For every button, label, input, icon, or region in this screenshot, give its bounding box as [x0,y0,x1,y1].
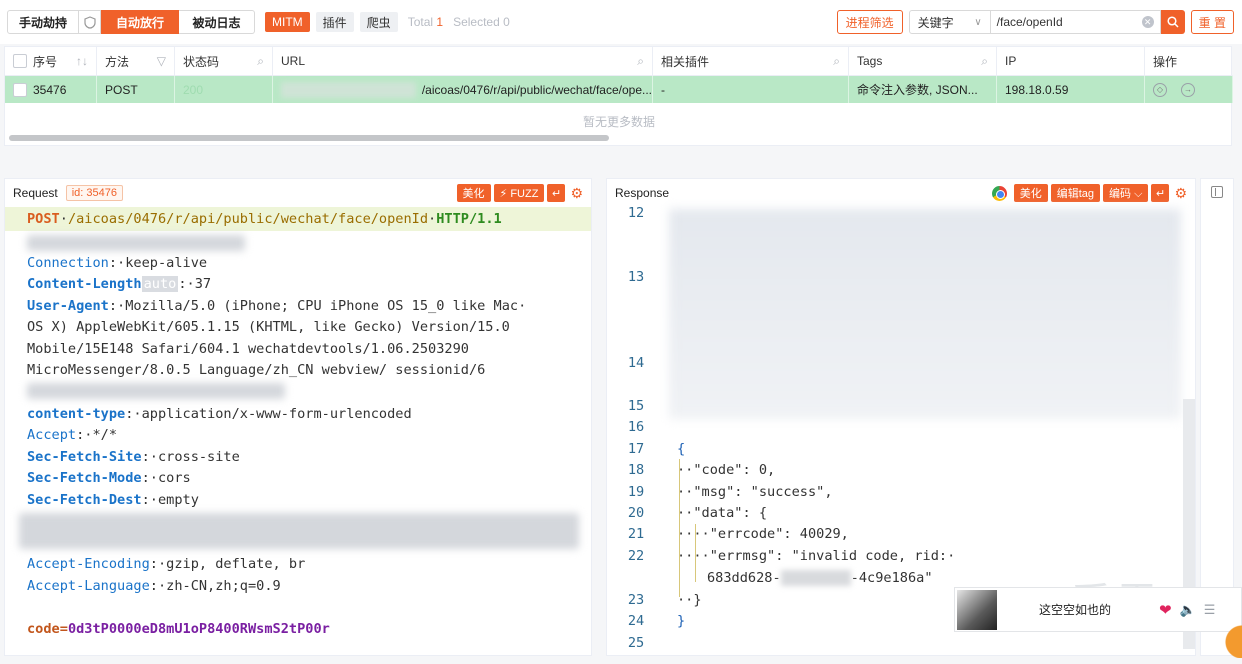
redacted-host [281,81,416,98]
redacted-response-lines [669,209,1181,419]
search-icon[interactable]: ⌕ [637,54,644,69]
collapse-icon[interactable] [1211,186,1223,198]
gear-icon[interactable]: ⚙ [570,185,583,202]
shield-icon[interactable] [79,10,101,34]
table-row[interactable]: 35476 POST 200 /aicoas/0476/r/api/public… [5,76,1233,103]
wrap-icon[interactable]: ↵ [547,184,566,202]
heart-icon[interactable]: ❤ [1159,601,1172,619]
header-op: 操作 [1153,54,1178,69]
wrap-icon[interactable]: ↵ [1151,184,1170,202]
header-id[interactable]: 序号 ↑↓ [5,47,97,75]
arrow-right-icon[interactable]: → [1181,82,1195,97]
beautify-button[interactable]: 美化 [1013,184,1048,202]
passive-log-button[interactable]: 被动日志 [179,10,255,34]
album-cover[interactable] [957,589,997,630]
redacted-rid [780,570,851,586]
total-count: Total 1 [407,15,444,29]
volume-icon[interactable]: 🔈 [1180,602,1196,618]
request-id-badge: id: 35476 [65,185,123,201]
header-method[interactable]: 方法 ▽ [97,47,175,75]
top-toolbar: 手动劫持 自动放行 被动日志 MITM 插件 爬虫 Total 1 Select… [0,0,1242,44]
chrome-icon[interactable] [991,185,1007,201]
redacted-line [27,383,285,399]
response-header: Response 美化 编辑tag 编码 ⌵ ↵ ⚙ [615,184,1187,202]
no-more-data: 暂无更多数据 [582,115,655,129]
fuzz-button[interactable]: ⚡ FUZZ [493,184,545,202]
redacted-cookie [19,513,579,549]
edit-tag-button[interactable]: 编辑tag [1050,184,1101,202]
redacted-host-line [27,235,245,251]
chevron-down-icon: ∨ [974,16,982,28]
request-line: POST·/aicoas/0476/r/api/public/wechat/fa… [27,211,502,227]
select-all-checkbox[interactable] [13,54,27,68]
traffic-table: 序号 ↑↓ 方法 ▽ 状态码 ⌕ URL ⌕ 相关插件 ⌕ Tags ⌕ IP 操作 354… [4,46,1233,146]
tag-plugin[interactable]: 插件 [315,12,354,32]
header-plugin[interactable]: 相关插件 ⌕ [653,47,849,75]
sort-icon[interactable]: ↑↓ [76,54,88,68]
search-icon[interactable]: ⌕ [833,54,840,69]
request-panel: Request id: 35476 美化 ⚡ FUZZ ↵ ⚙ POST·/ai… [4,178,592,656]
horizontal-scrollbar[interactable] [9,135,609,141]
header-tags[interactable]: Tags ⌕ [849,47,997,75]
table-header: 序号 ↑↓ 方法 ▽ 状态码 ⌕ URL ⌕ 相关插件 ⌕ Tags ⌕ IP 操作 [5,47,1233,76]
header-status[interactable]: 状态码 ⌕ [175,47,273,75]
filter-icon[interactable]: ▽ [157,54,166,68]
header-ip[interactable]: IP [997,47,1145,75]
process-filter-button[interactable]: 进程筛选 [836,10,903,34]
search-field-select[interactable]: 关键字 ∨ [908,10,991,34]
music-mini-player[interactable]: 这空空如也的 ❤ 🔈 ☰ [954,587,1242,632]
search-input[interactable]: /face/openId ✕ [990,10,1161,34]
beautify-button[interactable]: 美化 [456,184,491,202]
row-checkbox[interactable] [13,82,27,97]
search-icon [1167,16,1179,28]
auto-release-button[interactable]: 自动放行 [101,10,179,34]
side-panel-toggle[interactable] [1200,178,1234,656]
search-icon[interactable]: ⌕ [981,54,988,69]
clear-icon[interactable]: ✕ [1141,16,1154,28]
tag-crawler[interactable]: 爬虫 [359,12,398,32]
header-url[interactable]: URL ⌕ [273,47,653,75]
request-header: Request id: 35476 美化 ⚡ FUZZ ↵ ⚙ [13,184,583,202]
request-body: code=0d3tP0000eD8mU1oP8400RWsmS2tP00r [27,621,330,637]
tag-mitm[interactable]: MITM [265,12,310,32]
menu-icon[interactable]: ☰ [1204,602,1216,618]
reset-button[interactable]: 重 置 [1190,10,1234,34]
mascot-icon [1216,618,1242,658]
encode-dropdown[interactable]: 编码 ⌵ [1103,184,1149,202]
search-icon[interactable]: ⌕ [257,54,264,69]
gear-icon[interactable]: ⚙ [1174,185,1187,202]
manual-hijack-button[interactable]: 手动劫持 [7,10,79,34]
shield-icon[interactable]: ◇ [1153,82,1167,97]
song-title: 这空空如也的 [1039,603,1112,617]
search-button[interactable] [1160,10,1185,34]
selected-count: Selected 0 [453,15,510,29]
